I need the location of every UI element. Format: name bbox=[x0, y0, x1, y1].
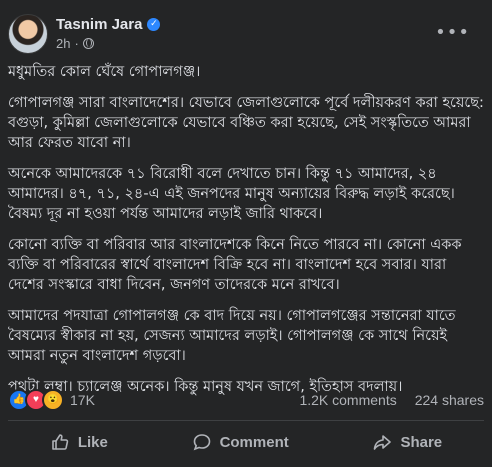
author-name[interactable]: Tasnim Jara bbox=[56, 16, 142, 33]
share-icon bbox=[374, 435, 392, 450]
verified-badge-icon: ✓ bbox=[147, 18, 161, 31]
wow-reaction-icon: 😮 bbox=[42, 389, 64, 411]
post-paragraph: অনেকে আমাদেরকে ৭১ বিরোধী বলে দেখাতে চান।… bbox=[8, 166, 455, 222]
like-button[interactable]: Like bbox=[38, 426, 120, 458]
like-label: Like bbox=[77, 433, 108, 451]
post-paragraph: কোনো ব্যক্তি বা পরিবার আর বাংলাদেশকে কিন… bbox=[8, 237, 462, 293]
facebook-post: Tasnim Jara ✓ 2h · ••• মধুমতির কোল ঘেঁষে… bbox=[0, 0, 492, 467]
thumbs-up-icon bbox=[52, 434, 69, 450]
comment-icon bbox=[193, 434, 210, 451]
more-options-button[interactable]: ••• bbox=[435, 22, 470, 43]
post-meta: 2h · bbox=[56, 36, 94, 51]
post-stats: 👍 ♥ 😮 17K 1.2K comments 224 shares bbox=[8, 388, 484, 412]
shares-count[interactable]: 224 shares bbox=[415, 392, 484, 408]
post-header: Tasnim Jara ✓ 2h · ••• bbox=[8, 14, 484, 62]
share-label: Share bbox=[400, 433, 443, 451]
post-paragraph: গোপালগঞ্জ সারা বাংলাদেশের। যেভাবে জেলাগু… bbox=[8, 95, 484, 151]
author-avatar[interactable] bbox=[8, 14, 48, 54]
comment-button[interactable]: Comment bbox=[180, 426, 301, 458]
post-time[interactable]: 2h bbox=[56, 36, 70, 51]
comment-label: Comment bbox=[219, 433, 289, 451]
divider bbox=[8, 420, 484, 421]
reaction-icons[interactable]: 👍 ♥ 😮 bbox=[8, 389, 64, 411]
post-paragraph: আমাদের পদযাত্রা গোপালগঞ্জ কে বাদ দিয়ে ন… bbox=[8, 308, 456, 364]
stats-right: 1.2K comments 224 shares bbox=[299, 392, 484, 408]
comments-count[interactable]: 1.2K comments bbox=[299, 392, 396, 408]
post-body: মধুমতির কোল ঘেঁষে গোপালগঞ্জ। গোপালগঞ্জ স… bbox=[8, 62, 484, 408]
author-name-row: Tasnim Jara ✓ bbox=[56, 16, 161, 33]
share-button[interactable]: Share bbox=[360, 426, 454, 458]
reactions-count[interactable]: 17K bbox=[70, 392, 95, 408]
action-bar: Like Comment Share bbox=[8, 424, 484, 460]
post-paragraph: মধুমতির কোল ঘেঁষে গোপালগঞ্জ। bbox=[8, 64, 201, 80]
globe-icon bbox=[82, 38, 94, 49]
